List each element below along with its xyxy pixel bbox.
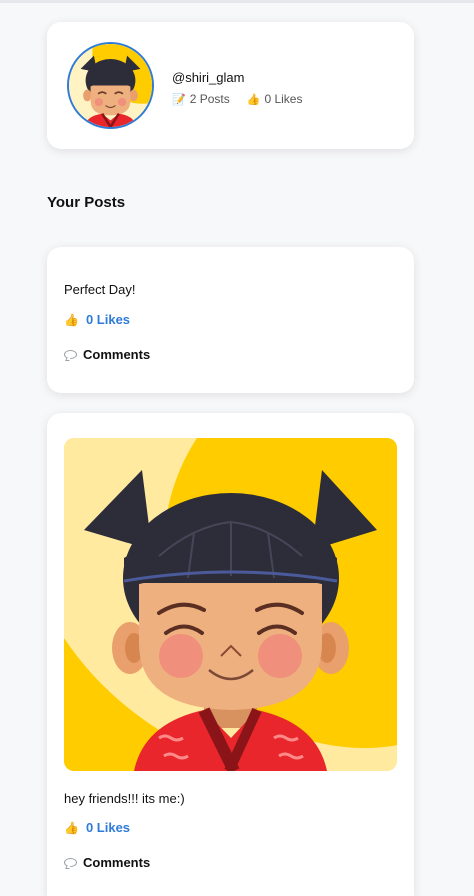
- like-button[interactable]: 👍 0 Likes: [64, 820, 130, 835]
- comments-label: Comments: [83, 347, 151, 362]
- girl-illustration: [64, 438, 397, 771]
- likes-count: 0 Likes: [264, 92, 303, 106]
- post-card: Perfect Day! 👍 0 Likes Comments: [47, 247, 414, 393]
- post-text: Perfect Day!: [64, 282, 136, 297]
- like-button[interactable]: 👍 0 Likes: [64, 312, 130, 327]
- likes-label: 0 Likes: [85, 820, 131, 835]
- memo-icon: 📝: [172, 93, 186, 106]
- comments-button[interactable]: Comments: [64, 855, 150, 870]
- profile-card: @shiri_glam 📝 2 Posts 👍 0 Likes: [47, 22, 414, 149]
- comment-icon: [64, 858, 77, 867]
- post-text: hey friends!!! its me:): [64, 791, 185, 806]
- section-title: Your Posts: [47, 194, 126, 211]
- comments-button[interactable]: Comments: [64, 347, 150, 362]
- thumbs-up-icon: 👍: [246, 93, 261, 106]
- post-card: hey friends!!! its me:) 👍 0 Likes Commen…: [47, 413, 414, 896]
- username: @shiri_glam: [172, 70, 245, 85]
- avatar[interactable]: [67, 42, 154, 129]
- comments-label: Comments: [83, 855, 151, 870]
- comment-icon: [64, 350, 77, 359]
- likes-label: 0 Likes: [85, 312, 131, 327]
- post-image[interactable]: [64, 438, 397, 771]
- thumbs-up-icon: 👍: [64, 312, 79, 327]
- thumbs-up-icon: 👍: [64, 820, 79, 835]
- profile-stats: 📝 2 Posts 👍 0 Likes: [172, 92, 302, 106]
- posts-count: 2 Posts: [189, 92, 230, 106]
- avatar-illustration: [69, 44, 152, 127]
